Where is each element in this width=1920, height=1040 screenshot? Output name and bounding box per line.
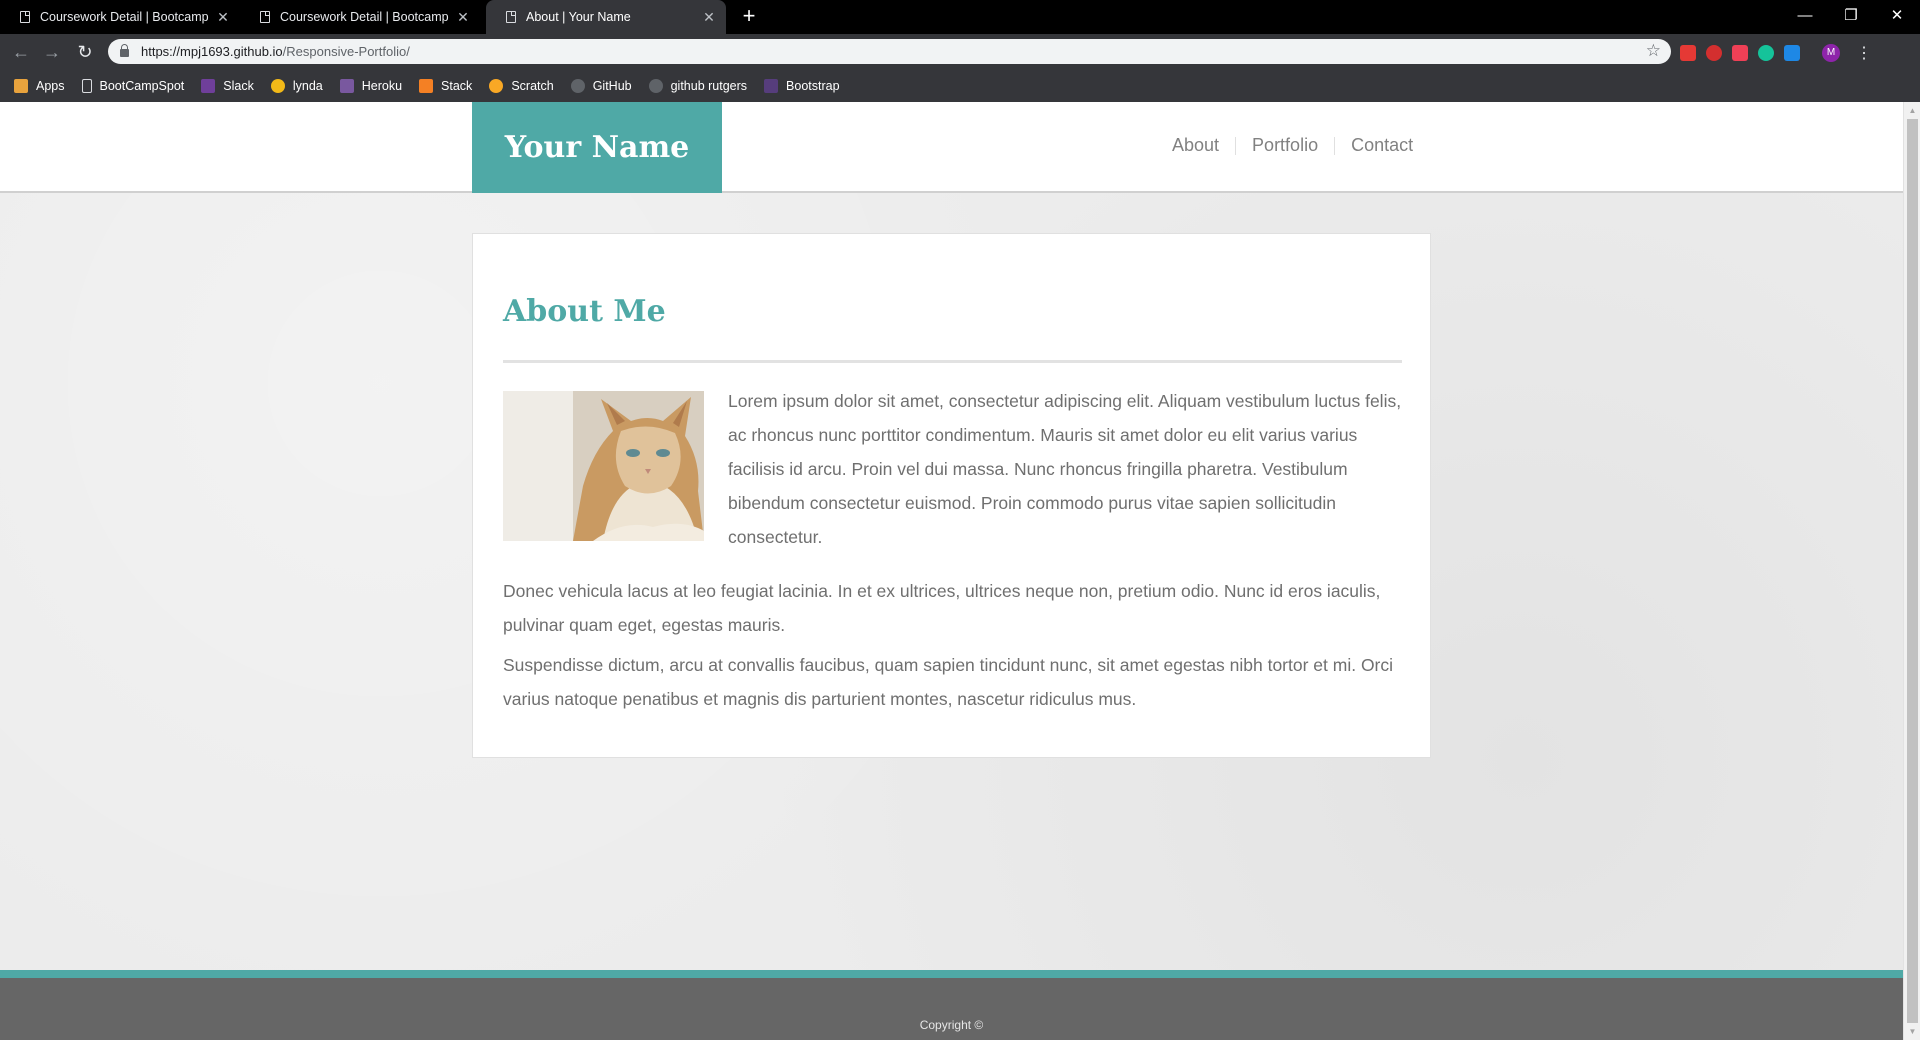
page-icon [260, 11, 270, 23]
footer-accent-bar [0, 970, 1903, 978]
skype-icon[interactable] [1784, 45, 1800, 61]
lock-icon[interactable] [120, 44, 129, 57]
site-footer: Copyright © [0, 978, 1903, 1040]
bookmark-star-icon[interactable]: ☆ [1646, 41, 1661, 61]
minimize-button[interactable]: — [1782, 0, 1828, 30]
about-card: About Me Lorem ipsum dolor sit amet, con… [472, 233, 1431, 758]
bookmark-label: lynda [292, 78, 323, 93]
tab-strip: Coursework Detail | Bootcamp Sp ✕ Course… [0, 0, 1920, 34]
new-tab-button[interactable]: + [737, 5, 761, 29]
browser-toolbar: ← → ↻ https://mpj1693.github.io/Responsi… [0, 34, 1920, 69]
slack-icon [201, 78, 216, 93]
browser-tab-1[interactable]: Coursework Detail | Bootcamp Sp ✕ [0, 0, 240, 34]
bookmark-lynda[interactable]: lynda [270, 78, 323, 93]
tab-title: Coursework Detail | Bootcamp Sp [280, 10, 450, 24]
apps-grid-icon [14, 78, 28, 93]
browser-tab-2[interactable]: Coursework Detail | Bootcamp Sp ✕ [240, 0, 480, 34]
scroll-up-arrow-icon[interactable]: ▲ [1904, 102, 1920, 119]
about-paragraph-3: Suspendisse dictum, arcu at convallis fa… [503, 655, 1394, 709]
scratch-icon [489, 78, 504, 93]
close-tab-icon[interactable]: ✕ [216, 9, 230, 26]
bookmark-github-rutgers[interactable]: github rutgers [648, 78, 748, 93]
github-icon [570, 78, 585, 93]
about-paragraph-1: Lorem ipsum dolor sit amet, consectetur … [728, 391, 1402, 547]
bookmark-slack[interactable]: Slack [201, 78, 254, 93]
nav-link-contact[interactable]: Contact [1351, 135, 1413, 156]
bookmark-github[interactable]: GitHub [570, 78, 632, 93]
page-scrollbar[interactable]: ▲ ▼ [1903, 102, 1920, 1040]
copyright-text: Copyright © [919, 1018, 984, 1032]
video-extension-icon[interactable] [1680, 45, 1696, 61]
bookmark-label: Bootstrap [786, 78, 840, 93]
nav-divider [1334, 136, 1336, 155]
bookmark-label: BootCampSpot [99, 78, 185, 93]
close-tab-icon[interactable]: ✕ [456, 9, 470, 26]
window-controls: — ❐ ✕ [1782, 0, 1920, 30]
url-path: /Responsive-Portfolio/ [282, 44, 410, 59]
lynda-icon [270, 78, 285, 93]
adblock-icon[interactable] [1706, 45, 1722, 61]
heroku-icon [339, 78, 354, 93]
bookmark-label: Heroku [361, 78, 403, 93]
cat-illustration [503, 391, 704, 541]
close-window-button[interactable]: ✕ [1874, 0, 1920, 30]
bookmark-heroku[interactable]: Heroku [339, 78, 403, 93]
profile-photo [503, 391, 704, 541]
stack-icon [419, 78, 434, 93]
bookmark-stack[interactable]: Stack [419, 78, 473, 93]
reload-button[interactable]: ↻ [73, 40, 97, 64]
scroll-down-arrow-icon[interactable]: ▼ [1904, 1023, 1920, 1040]
bookmark-label: Slack [223, 78, 254, 93]
browser-tab-active[interactable]: About | Your Name ✕ [486, 0, 726, 34]
close-tab-icon[interactable]: ✕ [702, 9, 716, 26]
site-nav: About Portfolio Contact [1172, 135, 1413, 156]
page-icon [81, 78, 92, 93]
page-icon [20, 11, 30, 23]
scrollbar-thumb[interactable] [1907, 119, 1918, 1023]
bookmark-scratch[interactable]: Scratch [489, 78, 554, 93]
github-icon [648, 78, 663, 93]
tab-title: About | Your Name [526, 10, 631, 24]
heading-divider [503, 360, 1402, 363]
nav-divider [1235, 136, 1237, 155]
restore-button[interactable]: ❐ [1828, 0, 1874, 30]
bookmark-label: github rutgers [670, 78, 748, 93]
profile-avatar[interactable]: M [1822, 44, 1840, 62]
bookmarks-bar: Apps BootCampSpot Slack lynda Heroku Sta… [0, 69, 1920, 102]
url-host: https://mpj1693.github.io [141, 44, 283, 59]
page-title: About Me [503, 294, 666, 329]
nav-link-about[interactable]: About [1172, 135, 1219, 156]
back-button[interactable]: ← [9, 40, 33, 64]
nav-link-portfolio[interactable]: Portfolio [1252, 135, 1318, 156]
bookmark-label: Stack [441, 78, 473, 93]
address-bar[interactable]: https://mpj1693.github.io/Responsive-Por… [108, 39, 1671, 64]
bookmark-label: Apps [36, 78, 65, 93]
extensions-area: M ⋮ [1680, 43, 1872, 63]
pocket-icon[interactable] [1732, 45, 1748, 61]
tab-title: Coursework Detail | Bootcamp Sp [40, 10, 210, 24]
bootstrap-icon [764, 78, 779, 93]
bookmark-bootcampspot[interactable]: BootCampSpot [81, 78, 185, 93]
page-viewport: Your Name About Portfolio Contact About … [0, 102, 1920, 1040]
forward-button[interactable]: → [40, 40, 64, 64]
site-brand[interactable]: Your Name [472, 102, 722, 193]
bookmark-label: Scratch [511, 78, 554, 93]
bookmark-apps[interactable]: Apps [14, 78, 65, 93]
grammarly-icon[interactable] [1758, 45, 1774, 61]
bookmark-label: GitHub [592, 78, 632, 93]
about-paragraph-2: Donec vehicula lacus at leo feugiat laci… [503, 581, 1381, 635]
browser-menu-icon[interactable]: ⋮ [1856, 43, 1872, 63]
site-header: Your Name About Portfolio Contact [0, 102, 1903, 193]
bookmark-bootstrap[interactable]: Bootstrap [764, 78, 840, 93]
page-icon [506, 11, 516, 23]
